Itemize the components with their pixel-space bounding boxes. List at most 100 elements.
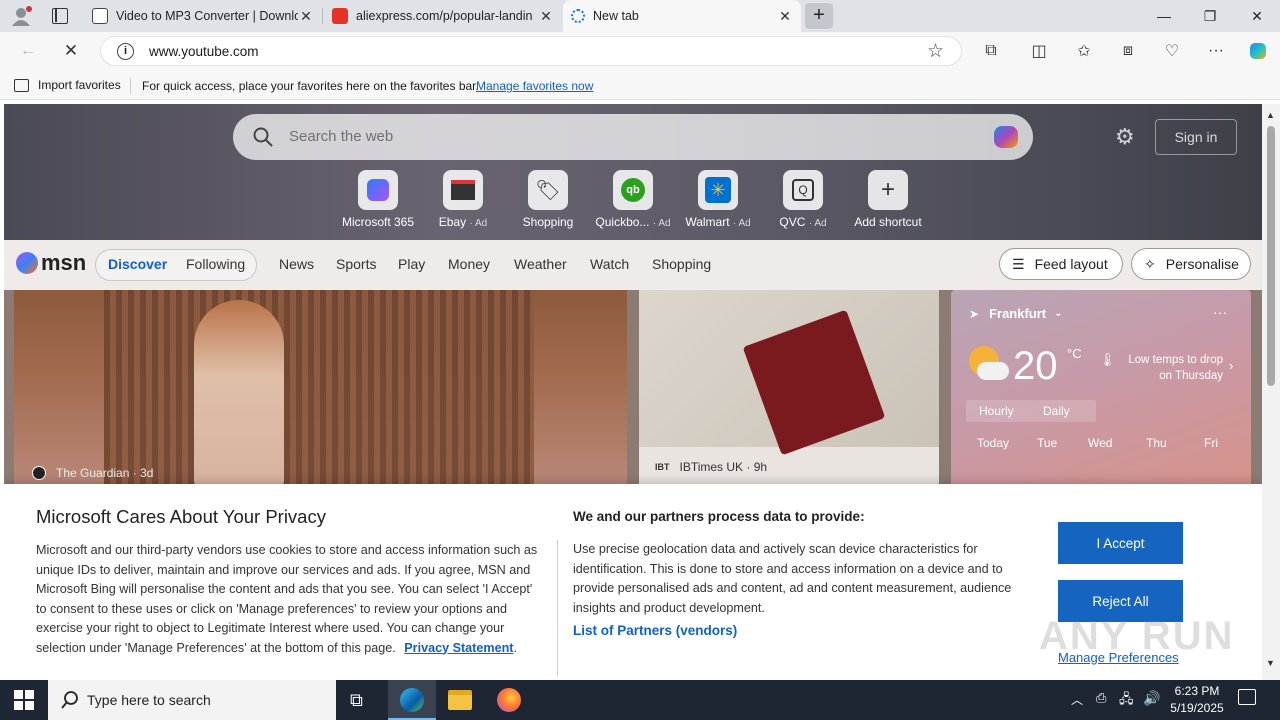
stop-loading-icon[interactable]: ✕ — [57, 37, 85, 65]
settings-more-icon[interactable]: ··· — [1202, 37, 1230, 65]
tab-following[interactable]: Following — [186, 256, 245, 272]
tab-new-tab[interactable]: New tab ✕ — [563, 0, 801, 32]
shortcut-ebay[interactable]: Ebay · Ad — [423, 170, 503, 229]
show-hidden-icons[interactable]: ︿ — [1071, 691, 1083, 708]
msn-brand: msn — [41, 250, 87, 275]
accept-button[interactable]: I Accept — [1058, 522, 1183, 564]
nav-weather[interactable]: Weather — [514, 256, 567, 272]
forecast-day: Thu — [1146, 436, 1167, 450]
close-tab-icon[interactable]: ✕ — [538, 8, 554, 25]
privacy-consent-dialog: Microsoft Cares About Your Privacy Micro… — [4, 484, 1262, 680]
sliders-icon: ☰ — [1012, 255, 1025, 272]
shortcut-microsoft-365[interactable]: Microsoft 365 — [338, 170, 418, 229]
nav-news[interactable]: News — [279, 256, 314, 272]
back-icon[interactable]: ← — [14, 37, 42, 65]
weather-temp: 20 — [1013, 344, 1058, 388]
favorite-star-icon[interactable]: ☆ — [927, 40, 944, 63]
more-options-icon[interactable]: ··· — [1213, 304, 1227, 320]
forecast-day: Wed — [1088, 436, 1113, 450]
personalise-button[interactable]: ✧ Personalise — [1131, 248, 1251, 280]
address-bar[interactable]: i www.youtube.com ☆ — [100, 36, 962, 66]
new-tab-button[interactable]: + — [805, 3, 833, 29]
search-icon — [61, 691, 79, 712]
volume-icon[interactable]: 🔊 — [1143, 690, 1160, 707]
shortcut-qvc[interactable]: Q QVC · Ad — [763, 170, 843, 229]
tab-discover[interactable]: Discover — [108, 256, 167, 272]
clock-time: 6:23 PM — [1174, 684, 1220, 698]
shortcut-shopping[interactable]: 🏷 Shopping — [508, 170, 588, 229]
nav-sports[interactable]: Sports — [336, 256, 376, 272]
list-of-partners-link[interactable]: List of Partners (vendors) — [573, 623, 737, 638]
profile-icon[interactable] — [10, 6, 32, 26]
sign-in-button[interactable]: Sign in — [1155, 119, 1237, 155]
msn-logo[interactable]: msn — [16, 250, 86, 276]
weather-city: Frankfurt — [989, 306, 1047, 321]
tab-actions-icon[interactable] — [52, 8, 68, 24]
qvc-icon: Q — [783, 170, 823, 210]
favorites-icon[interactable]: ✩ — [1070, 37, 1098, 65]
close-window-button[interactable]: ✕ — [1234, 0, 1280, 32]
tab-title: New tab — [593, 9, 639, 23]
minimize-button[interactable]: — — [1141, 0, 1187, 32]
page-scrollbar[interactable]: ▲ ▼ — [1262, 104, 1280, 680]
mode-hourly[interactable]: Hourly — [979, 404, 1014, 418]
search-placeholder: Search the web — [289, 128, 394, 145]
sparkle-icon: ✧ — [1144, 255, 1156, 272]
ibt-badge: IBT — [655, 462, 670, 472]
ebay-icon — [443, 170, 483, 210]
split-screen-icon[interactable]: ◫ — [1025, 37, 1053, 65]
weather-note: Low temps to drop on Thursday — [1128, 354, 1223, 382]
file-explorer-icon[interactable] — [448, 690, 472, 710]
site-info-icon[interactable]: i — [117, 43, 134, 60]
nav-money[interactable]: Money — [448, 256, 490, 272]
collections-icon[interactable]: ⧈ — [1114, 37, 1142, 65]
tab-title: Video to MP3 Converter | Downlo — [116, 9, 298, 23]
browser-toolbar: ← ✕ i www.youtube.com ☆ ⧉ ◫ ✩ ⧈ ♡ ··· — [0, 32, 1280, 72]
start-button[interactable] — [14, 690, 34, 710]
manage-favorites-link[interactable]: Manage favorites now — [476, 79, 593, 93]
page-settings-icon[interactable]: ⚙ — [1115, 124, 1135, 150]
chevron-right-icon[interactable]: › — [1229, 358, 1233, 373]
network-icon[interactable]: 🖧 — [1119, 690, 1134, 712]
browser-essentials-icon[interactable]: ♡ — [1158, 37, 1186, 65]
feed-layout-button[interactable]: ☰ Feed layout — [999, 248, 1123, 280]
ad-label: · Ad — [652, 218, 671, 229]
tab-video-converter[interactable]: Video to MP3 Converter | Downlo ✕ — [84, 0, 322, 32]
card1-source: The Guardian · 3d — [32, 466, 153, 480]
extensions-icon[interactable]: ⧉ — [977, 37, 1005, 65]
shortcut-walmart[interactable]: ✳ Walmart · Ad — [678, 170, 758, 229]
notifications-icon[interactable] — [1238, 689, 1256, 705]
add-shortcut-button[interactable]: + Add shortcut — [848, 170, 928, 229]
nav-watch[interactable]: Watch — [590, 256, 629, 272]
news-card-main[interactable]: The Guardian · 3d — [14, 290, 627, 490]
favorites-divider — [130, 78, 131, 94]
nav-play[interactable]: Play — [398, 256, 425, 272]
close-tab-icon[interactable]: ✕ — [298, 8, 314, 25]
weather-card[interactable]: ➤ Frankfurt ⌄ ··· 20 °C 🌡 Low temps to d… — [951, 290, 1251, 490]
forecast-day: Tue — [1037, 436, 1058, 450]
nav-shopping[interactable]: Shopping — [652, 256, 711, 272]
weather-location[interactable]: ➤ Frankfurt ⌄ — [969, 306, 1063, 321]
task-view-icon[interactable]: ⧉ — [350, 690, 363, 711]
restore-button[interactable]: ❐ — [1187, 0, 1233, 32]
news-card-passport[interactable]: IBT IBTimes UK · 9h — [639, 290, 939, 490]
import-favorites-button[interactable]: Import favorites — [14, 78, 121, 92]
edge-taskbar-icon[interactable] — [388, 680, 436, 720]
scroll-down-arrow[interactable]: ▼ — [1266, 658, 1275, 668]
mode-daily[interactable]: Daily — [1043, 404, 1070, 418]
scroll-up-arrow[interactable]: ▲ — [1266, 110, 1275, 120]
tab-aliexpress[interactable]: aliexpress.com/p/popular-landin ✕ — [324, 0, 562, 32]
taskbar-search-box[interactable]: Type here to search — [48, 680, 336, 720]
shortcut-quickbooks[interactable]: qb Quickbo... · Ad — [593, 170, 673, 229]
clock[interactable]: 6:23 PM 5/19/2025 — [1166, 683, 1228, 717]
scrollbar-thumb[interactable] — [1267, 126, 1275, 386]
firefox-icon[interactable] — [497, 688, 521, 712]
url-text: www.youtube.com — [149, 44, 259, 59]
copilot-icon[interactable] — [1244, 37, 1272, 65]
privacy-statement-link[interactable]: Privacy Statement — [404, 641, 513, 655]
network-device-icon[interactable]: ⎙ — [1096, 690, 1106, 706]
copilot-search-icon[interactable] — [991, 123, 1021, 156]
close-tab-icon[interactable]: ✕ — [777, 8, 793, 25]
search-icon — [253, 127, 273, 152]
web-search-box[interactable]: Search the web — [233, 114, 1033, 160]
